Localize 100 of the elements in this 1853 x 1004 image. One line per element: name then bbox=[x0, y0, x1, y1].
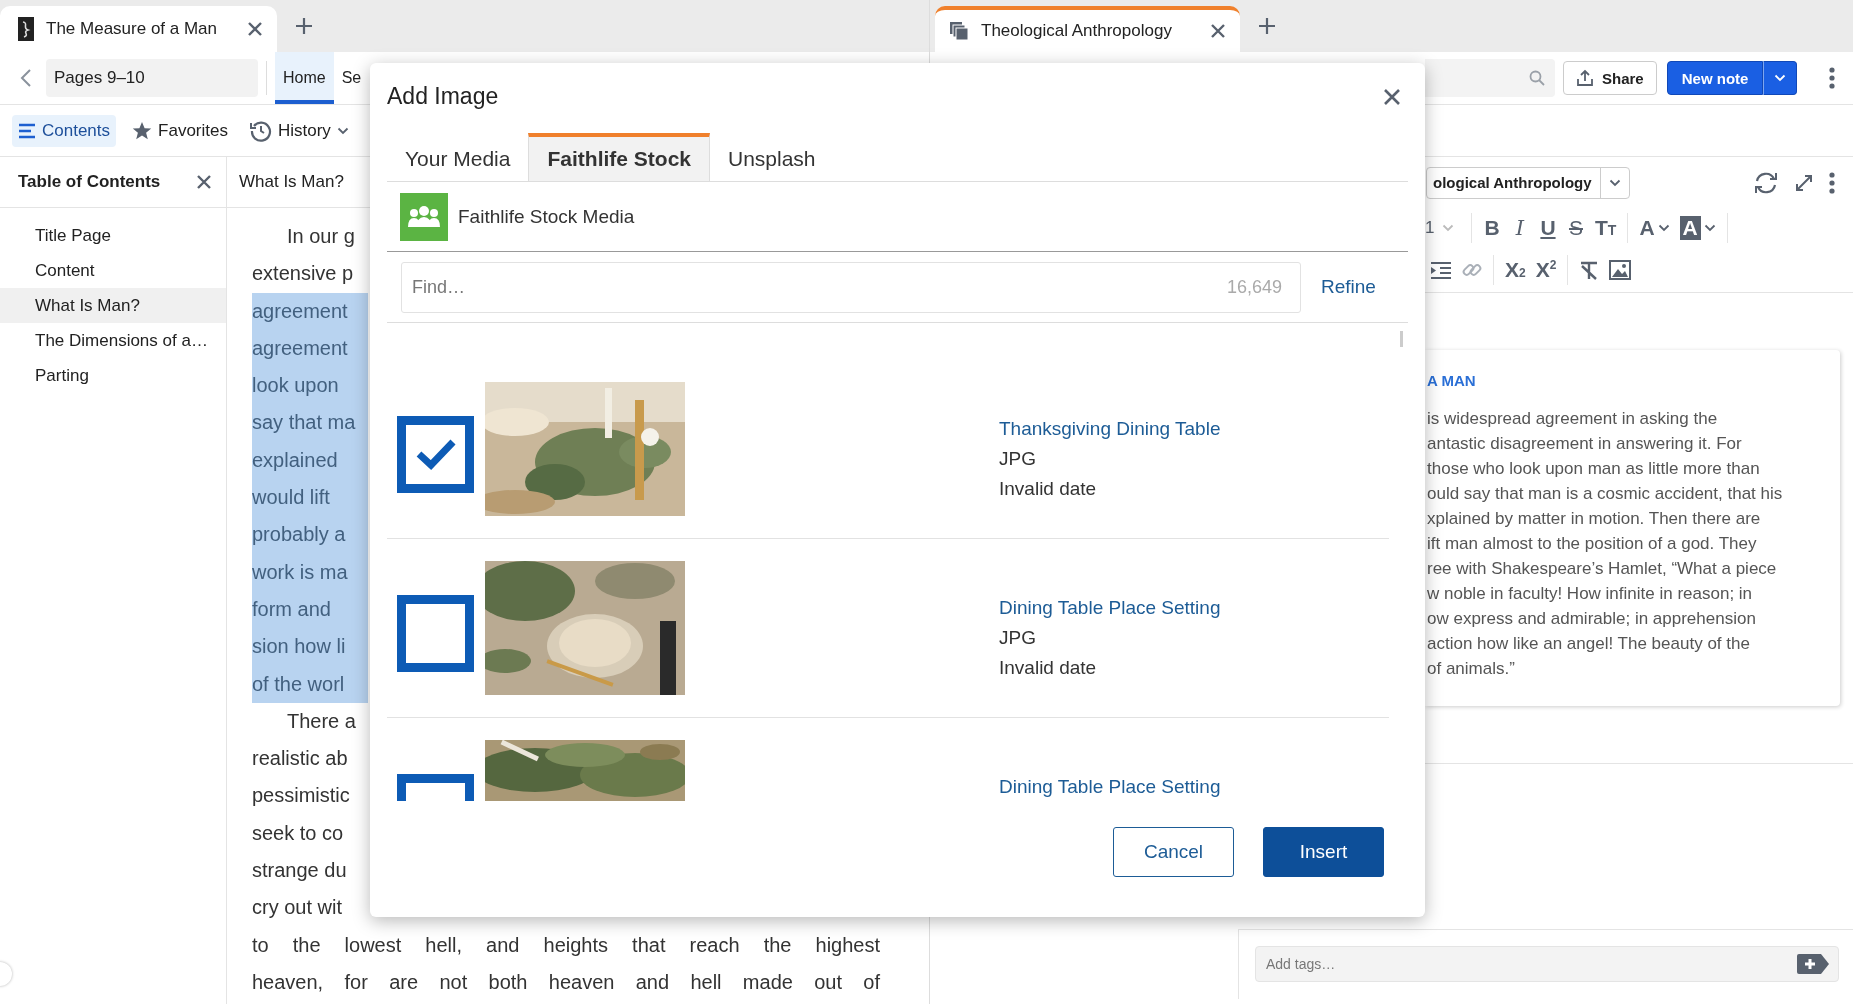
panel-tab[interactable]: Contents bbox=[12, 114, 117, 147]
superscript-button[interactable]: X$^{2}$ bbox=[1530, 254, 1562, 286]
clear-format-icon[interactable] bbox=[1579, 260, 1600, 280]
image-title-link[interactable]: Thanksgiving Dining Table bbox=[999, 418, 1221, 440]
close-icon[interactable] bbox=[1210, 23, 1226, 39]
text-line: extensive p bbox=[252, 261, 355, 287]
indent-icon[interactable] bbox=[1430, 261, 1452, 279]
expand-icon[interactable] bbox=[1795, 173, 1813, 192]
close-icon[interactable] bbox=[196, 174, 212, 190]
panel-title: Table of Contents bbox=[18, 172, 161, 192]
bold-button[interactable]: B bbox=[1478, 212, 1506, 244]
caret-icon bbox=[1703, 224, 1716, 232]
plus-icon[interactable] bbox=[1258, 17, 1276, 35]
checkbox[interactable] bbox=[397, 594, 474, 672]
panel-tab[interactable]: Favorites bbox=[126, 114, 234, 147]
refine-link[interactable]: Refine bbox=[1321, 276, 1376, 298]
caret-icon bbox=[336, 126, 349, 135]
underline-button[interactable]: U bbox=[1534, 212, 1562, 244]
text-line: to the lowest hell, and heights that reach the highest bbox=[252, 932, 880, 958]
italic-button[interactable]: I bbox=[1506, 212, 1534, 244]
note-text-line: those who look upon man as little more than bbox=[1427, 458, 1761, 480]
caret-icon bbox=[1608, 178, 1621, 187]
note-text-line: ould say that man is a cosmic accident, that his bbox=[1427, 483, 1784, 505]
dropdown-button[interactable] bbox=[1763, 61, 1798, 95]
nav-tab[interactable]: Home bbox=[275, 52, 334, 104]
note-heading: A MAN bbox=[1427, 372, 1477, 391]
image-title-link[interactable]: Dining Table Place Setting bbox=[999, 597, 1221, 619]
date-text: Invalid date bbox=[999, 657, 1098, 679]
nav-tab[interactable]: Se bbox=[333, 52, 362, 104]
checkbox[interactable] bbox=[397, 415, 474, 493]
dialog-title: Add Image bbox=[387, 83, 499, 110]
cancel-button[interactable]: Cancel bbox=[1113, 827, 1234, 877]
new-note-button[interactable]: New note bbox=[1666, 61, 1764, 95]
location-field[interactable]: Pages 9–10 bbox=[46, 59, 258, 97]
note-text-line: is widespread agreement in asking the bbox=[1427, 408, 1719, 430]
strikethrough-button[interactable]: S bbox=[1562, 212, 1590, 244]
panel-tab[interactable]: History bbox=[243, 113, 355, 148]
image-title-link[interactable]: Dining Table Place Setting bbox=[999, 776, 1221, 798]
close-icon[interactable] bbox=[247, 21, 263, 37]
toc-item[interactable]: The Dimensions of a… bbox=[0, 323, 226, 358]
text-line: realistic ab bbox=[252, 746, 349, 772]
tab[interactable]: Unsplash bbox=[710, 133, 834, 181]
check-icon bbox=[415, 438, 456, 470]
document-dropdown[interactable]: ological Anthropology bbox=[1426, 166, 1630, 199]
kebab-icon[interactable] bbox=[1829, 171, 1835, 194]
insert-button[interactable]: Insert bbox=[1263, 827, 1384, 877]
date-text: Invalid date bbox=[999, 478, 1098, 500]
note-text-line: of animals.” bbox=[1427, 658, 1516, 680]
font-size-dropdown[interactable]: 1 bbox=[1425, 218, 1465, 238]
caret-icon bbox=[1657, 224, 1670, 232]
note-text-line: ow express and admirable; in apprehension bbox=[1427, 608, 1757, 630]
caret-icon bbox=[1774, 74, 1787, 82]
back-icon[interactable] bbox=[20, 68, 32, 88]
file-format: JPG bbox=[999, 448, 1037, 470]
note-text-line: action how like an angel! The beauty of the bbox=[1427, 633, 1751, 655]
text-line: strange du bbox=[252, 858, 348, 884]
group-drawing bbox=[406, 204, 442, 229]
image-icon[interactable] bbox=[1609, 260, 1632, 280]
tab[interactable]: Your Media bbox=[387, 133, 529, 181]
text-line: There a bbox=[286, 708, 357, 734]
file-format: JPG bbox=[999, 627, 1037, 649]
refresh-icon[interactable] bbox=[1753, 170, 1779, 195]
section-heading: What Is Man? bbox=[238, 172, 344, 192]
note-text-line: ree with Shakespeare’s Hamlet, “What a piece bbox=[1427, 558, 1778, 580]
close-icon[interactable] bbox=[1383, 87, 1401, 106]
list-icon bbox=[18, 122, 36, 139]
toc-item[interactable]: Parting bbox=[0, 358, 226, 393]
search-field[interactable]: Find… 16,649 bbox=[401, 261, 1301, 313]
note-text-line: xplained by matter in motion. Then there are bbox=[1427, 508, 1762, 530]
share-icon bbox=[1576, 69, 1594, 87]
search-field[interactable] bbox=[1425, 59, 1555, 97]
plus-icon[interactable] bbox=[295, 17, 313, 35]
note-text-line: antastic disagreement in answering it. For bbox=[1427, 433, 1743, 455]
scrollbar[interactable] bbox=[1400, 331, 1403, 347]
text-line: pessimistic bbox=[252, 783, 351, 809]
toc-item[interactable]: What Is Man? bbox=[0, 288, 226, 323]
result-count: 16,649 bbox=[1226, 276, 1282, 298]
kebab-icon[interactable] bbox=[1829, 67, 1835, 89]
text-line: seek to co bbox=[252, 820, 345, 846]
document-tab[interactable]: Theological Anthropology bbox=[935, 6, 1240, 52]
toc-item[interactable]: Title Page bbox=[0, 218, 226, 253]
tags-field[interactable]: Add tags… bbox=[1255, 946, 1839, 982]
document-tab[interactable]: The Measure of a Man bbox=[0, 6, 277, 52]
star-icon bbox=[132, 121, 153, 140]
search-icon bbox=[1529, 70, 1545, 86]
toc-item[interactable]: Content bbox=[0, 253, 226, 288]
text-line: In our g bbox=[286, 224, 356, 249]
note-text-line: w noble in faculty! How infinite in reason; in bbox=[1427, 583, 1754, 605]
highlight-button[interactable]: A bbox=[1674, 212, 1721, 244]
text-line: cry out wit bbox=[252, 895, 344, 921]
font-color-button[interactable]: A bbox=[1634, 212, 1675, 244]
book-icon bbox=[18, 17, 34, 41]
tab[interactable]: Faithlife Stock bbox=[528, 133, 710, 181]
clock-icon bbox=[249, 119, 272, 142]
tag-plus-icon[interactable] bbox=[1796, 953, 1830, 975]
share-button[interactable]: Share bbox=[1563, 61, 1657, 95]
caret-icon bbox=[1442, 224, 1455, 232]
text-line: heaven, for are not both heaven and hell made out of bbox=[252, 969, 880, 995]
pages-icon bbox=[949, 21, 969, 41]
source-label: Faithlife Stock Media bbox=[458, 205, 635, 228]
